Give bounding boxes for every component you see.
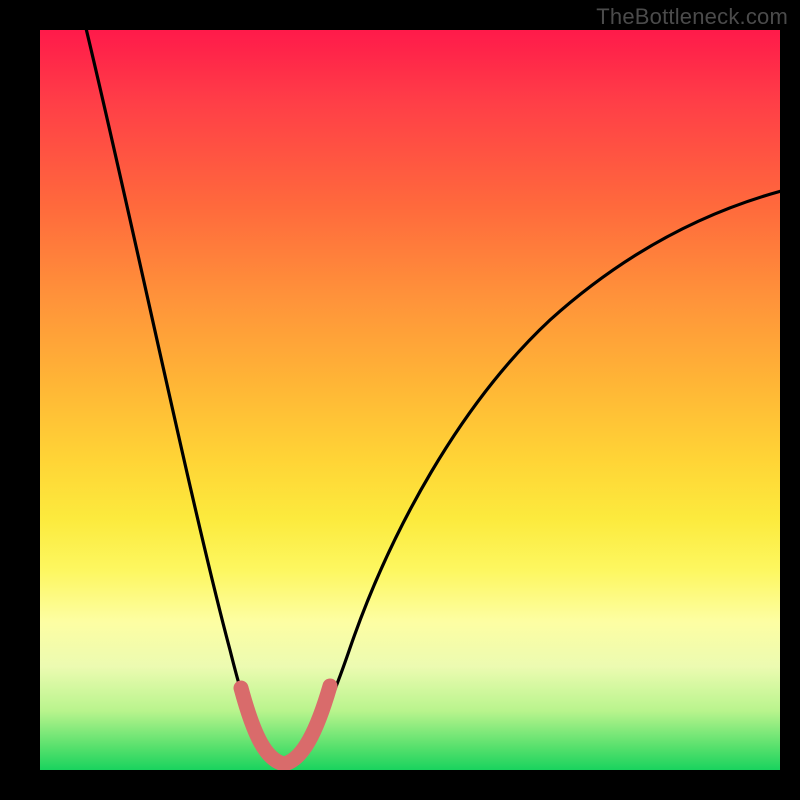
watermark-text: TheBottleneck.com (596, 4, 788, 30)
chart-stage: TheBottleneck.com (0, 0, 800, 800)
minimum-highlight (241, 686, 330, 764)
curve-layer (40, 30, 780, 770)
plot-area (40, 30, 780, 770)
bottleneck-curve (84, 30, 780, 763)
